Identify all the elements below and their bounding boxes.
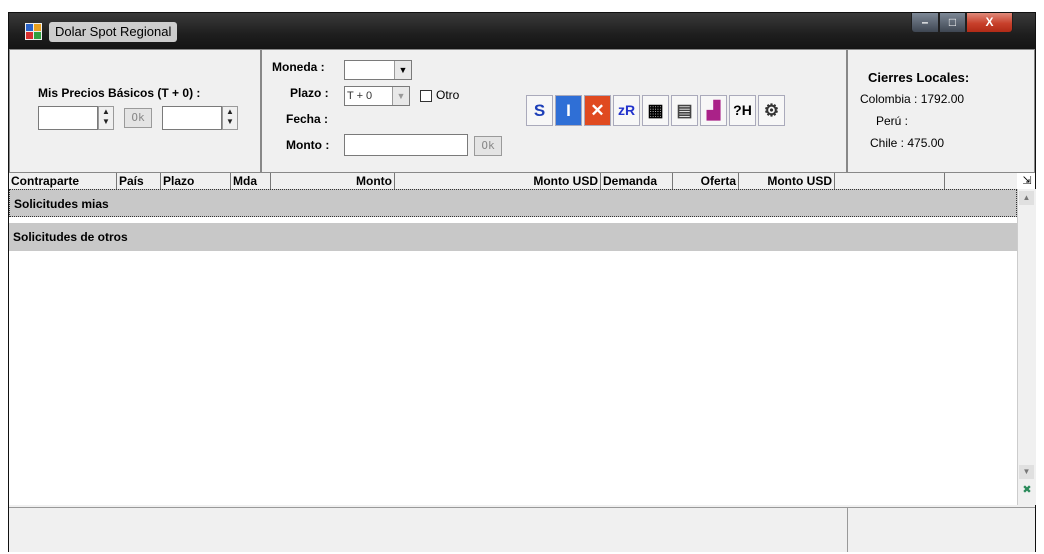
minimize-icon: – [921,15,929,29]
tool-cupos-icon[interactable]: ▦ [642,95,669,126]
col-pais[interactable]: País [117,173,161,189]
moneda-label: Moneda : [272,60,325,74]
tool-delete-icon[interactable]: ✕ [584,95,611,126]
cierres-title: Cierres Locales: [868,70,970,85]
minimize-button[interactable]: – [911,13,939,33]
close-button[interactable]: X [966,13,1013,33]
tool-zr-icon[interactable]: zR [613,95,640,126]
col-empty-2 [945,173,1017,189]
scroll-down-icon[interactable]: ▼ [1019,465,1034,479]
col-monto[interactable]: Monto [271,173,395,189]
window-title: Dolar Spot Regional [49,22,178,42]
precios-label: Mis Precios Básicos (T + 0) : [38,86,201,100]
tool-settings-icon[interactable]: ⚙ [758,95,785,126]
col-demanda[interactable]: Demanda [601,173,673,189]
solicitud-panel: Moneda : ▼ Plazo : T + 0 ▼ Otro Fecha : … [261,49,847,173]
status-bar [9,507,1035,552]
chevron-down-icon: ▼ [392,87,409,105]
col-mda[interactable]: Mda [231,173,271,189]
tool-chart-icon[interactable]: ▟ [700,95,727,126]
moneda-select[interactable]: ▼ [344,60,412,80]
close-icon: X [985,15,994,29]
solicitudes-grid: Contraparte País Plazo Mda Monto Monto U… [9,173,1036,505]
cierre-peru: Perú : [876,114,909,128]
chevron-down-icon: ▼ [394,61,411,79]
app-icon [25,23,42,40]
monto-ok-button[interactable]: Ok [474,136,502,156]
precio-spin-1[interactable]: ▲ ▼ [98,106,114,130]
tool-book-icon[interactable]: ▤ [671,95,698,126]
col-monto-usd-2[interactable]: Monto USD [739,173,835,189]
precios-ok-button[interactable]: Ok [124,108,152,128]
monto-input[interactable] [344,134,468,156]
grid-header: Contraparte País Plazo Mda Monto Monto U… [9,173,1017,190]
cierre-chile: Chile : 475.00 [870,136,945,150]
tool-s-icon[interactable]: S [526,95,553,126]
main-window: Dolar Spot Regional – □ X Mis Precios Bá… [8,12,1036,552]
excel-icon[interactable]: ✖ [1020,483,1034,497]
precio-field-2[interactable] [162,106,222,130]
monto-label: Monto : [286,138,330,152]
scroll-up-icon[interactable]: ▲ [1019,191,1034,205]
otro-checkbox[interactable] [420,90,432,102]
col-oferta[interactable]: Oferta [673,173,739,189]
col-monto-usd[interactable]: Monto USD [395,173,601,189]
tool-history-icon[interactable]: ?H [729,95,756,126]
title-bar[interactable]: Dolar Spot Regional – □ X [9,13,1035,49]
col-plazo[interactable]: Plazo [161,173,231,189]
otro-label: Otro [436,88,460,102]
plazo-label: Plazo : [290,86,329,100]
maximize-icon: □ [948,15,957,29]
fecha-label: Fecha : [286,112,329,126]
status-divider [847,508,848,552]
export-icon[interactable]: ⇲ [1019,173,1035,189]
precio-field-1[interactable] [38,106,98,130]
group-solicitudes-otros[interactable]: Solicitudes de otros [9,223,1017,251]
precios-panel: Mis Precios Básicos (T + 0) : ▲ ▼ Ok ▲ ▼ [9,49,261,173]
cierres-panel: Cierres Locales: Colombia : 1792.00 Perú… [847,49,1035,173]
col-contraparte[interactable]: Contraparte [9,173,117,189]
plazo-select[interactable]: T + 0 ▼ [344,86,410,106]
tool-info-icon[interactable]: I [555,95,582,126]
group-solicitudes-mias[interactable]: Solicitudes mias [9,189,1017,217]
maximize-button[interactable]: □ [939,13,966,33]
cierre-colombia: Colombia : 1792.00 [860,92,965,106]
col-empty-1 [835,173,945,189]
vertical-scrollbar[interactable]: ▲ ▼ ✖ [1017,189,1036,505]
precio-spin-2[interactable]: ▲ ▼ [222,106,238,130]
